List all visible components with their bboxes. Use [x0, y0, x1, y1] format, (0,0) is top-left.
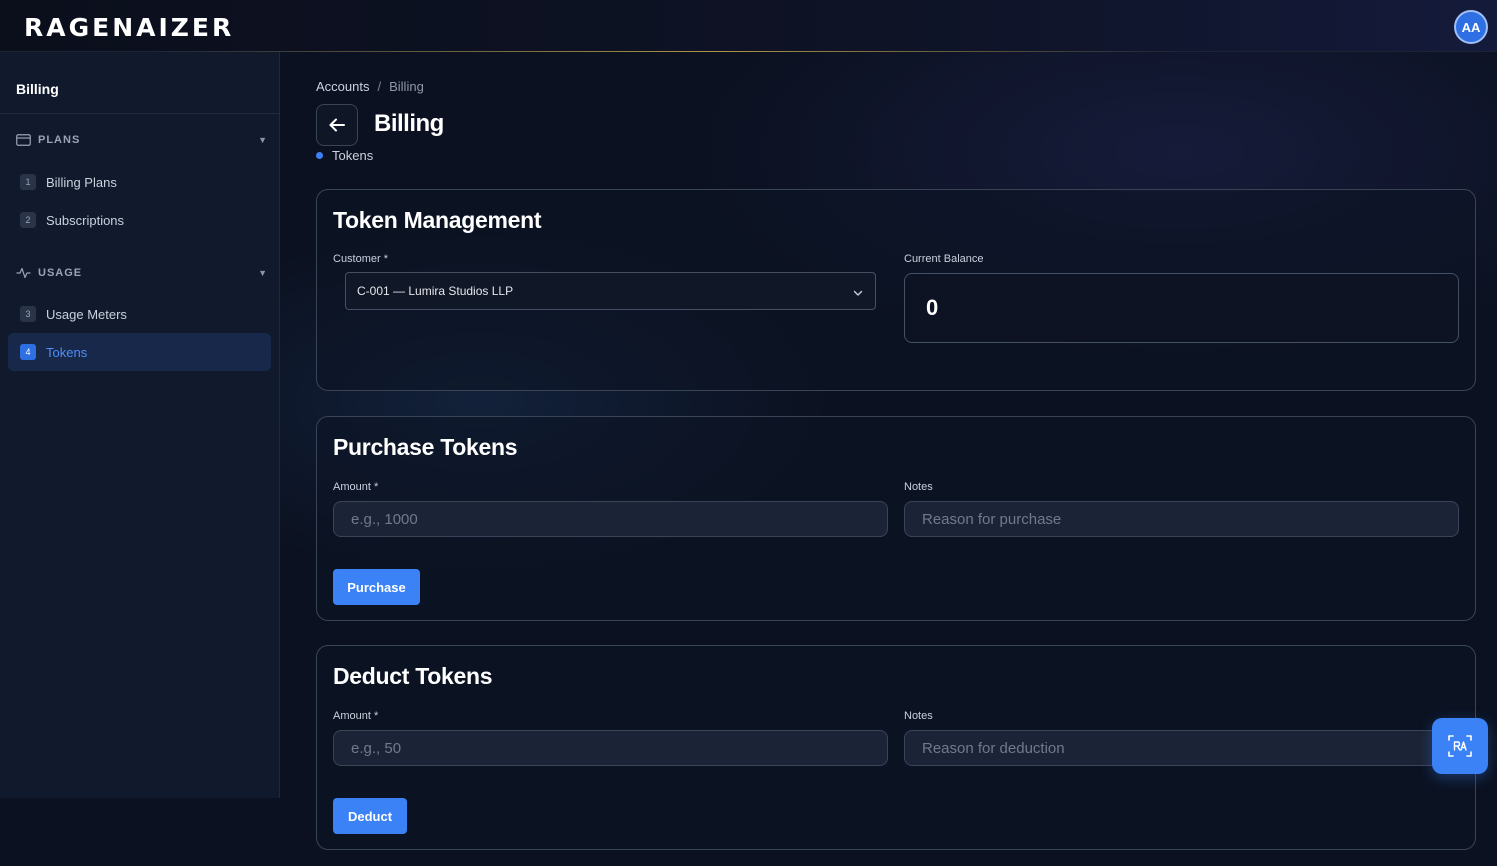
- main-content: Accounts / Billing Billing Tokens Token …: [280, 52, 1497, 866]
- deduct-amount-input[interactable]: e.g., 50: [333, 730, 888, 766]
- notes-label: Notes: [904, 481, 933, 493]
- card-title: Token Management: [333, 207, 542, 233]
- deduct-tokens-card: Deduct Tokens Amount * e.g., 50 Notes Re…: [316, 645, 1476, 850]
- sidebar-item-usage-meters[interactable]: 3 Usage Meters: [8, 295, 271, 333]
- sidebar-item-label: Tokens: [46, 344, 88, 360]
- status-dot: [316, 152, 323, 159]
- input-placeholder: e.g., 50: [351, 739, 402, 757]
- activity-icon: [16, 265, 32, 281]
- sidebar-item-label: Usage Meters: [46, 306, 127, 322]
- page-title: Billing: [374, 110, 444, 137]
- purchase-button[interactable]: Purchase: [333, 569, 420, 605]
- purchase-tokens-card: Purchase Tokens Amount * e.g., 1000 Note…: [316, 416, 1476, 621]
- breadcrumb-current: Billing: [389, 79, 424, 94]
- sidebar-item-billing-plans[interactable]: 1 Billing Plans: [8, 163, 271, 201]
- token-management-card: Token Management Customer * C-001 — Lumi…: [316, 189, 1476, 391]
- item-number-badge: 4: [20, 344, 36, 360]
- assistant-fab-button[interactable]: [1432, 718, 1488, 774]
- sidebar-title: Billing: [16, 81, 59, 97]
- breadcrumb-accounts[interactable]: Accounts: [316, 79, 369, 94]
- customer-select[interactable]: C-001 — Lumira Studios LLP: [345, 272, 876, 310]
- credit-card-icon: [16, 132, 32, 148]
- user-avatar[interactable]: AA: [1454, 10, 1488, 44]
- input-placeholder: e.g., 1000: [351, 510, 418, 528]
- amount-label: Amount *: [333, 710, 379, 722]
- sidebar-group-label: USAGE: [38, 267, 83, 279]
- deduct-notes-input[interactable]: Reason for deduction: [904, 730, 1459, 766]
- breadcrumb-separator: /: [377, 79, 382, 94]
- amount-label: Amount *: [333, 481, 379, 493]
- item-number-badge: 1: [20, 174, 36, 190]
- sidebar-group-label: PLANS: [38, 134, 81, 146]
- deduct-button[interactable]: Deduct: [333, 798, 407, 834]
- sidebar-group-usage[interactable]: USAGE ▼: [16, 263, 268, 283]
- back-button[interactable]: [316, 104, 358, 146]
- sidebar-group-plans[interactable]: PLANS ▼: [16, 130, 268, 150]
- caret-down-icon: ▼: [258, 268, 268, 278]
- breadcrumb: Accounts / Billing: [316, 79, 424, 94]
- sidebar-item-label: Subscriptions: [46, 212, 125, 228]
- sidebar: Billing PLANS ▼ 1 Billing Plans 2 Subscr…: [0, 52, 280, 798]
- section-indicator: Tokens: [316, 148, 373, 163]
- customer-select-value: C-001 — Lumira Studios LLP: [357, 284, 514, 298]
- arrow-left-icon: [329, 118, 345, 132]
- purchase-amount-input[interactable]: e.g., 1000: [333, 501, 888, 537]
- sidebar-item-label: Billing Plans: [46, 174, 117, 190]
- card-title: Deduct Tokens: [333, 663, 493, 689]
- input-placeholder: Reason for purchase: [922, 510, 1062, 528]
- top-bar: RAGENAIZER AA: [0, 0, 1497, 52]
- brand-logo[interactable]: RAGENAIZER: [24, 14, 234, 42]
- notes-label: Notes: [904, 710, 933, 722]
- purchase-notes-input[interactable]: Reason for purchase: [904, 501, 1459, 537]
- sidebar-item-subscriptions[interactable]: 2 Subscriptions: [8, 201, 271, 239]
- balance-label: Current Balance: [904, 253, 984, 265]
- input-placeholder: Reason for deduction: [922, 739, 1065, 757]
- ai-assistant-icon: [1447, 733, 1473, 759]
- item-number-badge: 3: [20, 306, 36, 322]
- item-number-badge: 2: [20, 212, 36, 228]
- chevron-down-icon: [853, 286, 863, 300]
- balance-value: 0: [926, 295, 939, 320]
- section-label: Tokens: [332, 148, 374, 163]
- sidebar-divider: [0, 113, 279, 114]
- caret-down-icon: ▼: [258, 135, 268, 145]
- sidebar-item-tokens[interactable]: 4 Tokens: [8, 333, 271, 371]
- customer-label: Customer *: [333, 253, 389, 265]
- card-title: Purchase Tokens: [333, 434, 518, 460]
- current-balance-display: 0: [904, 273, 1459, 343]
